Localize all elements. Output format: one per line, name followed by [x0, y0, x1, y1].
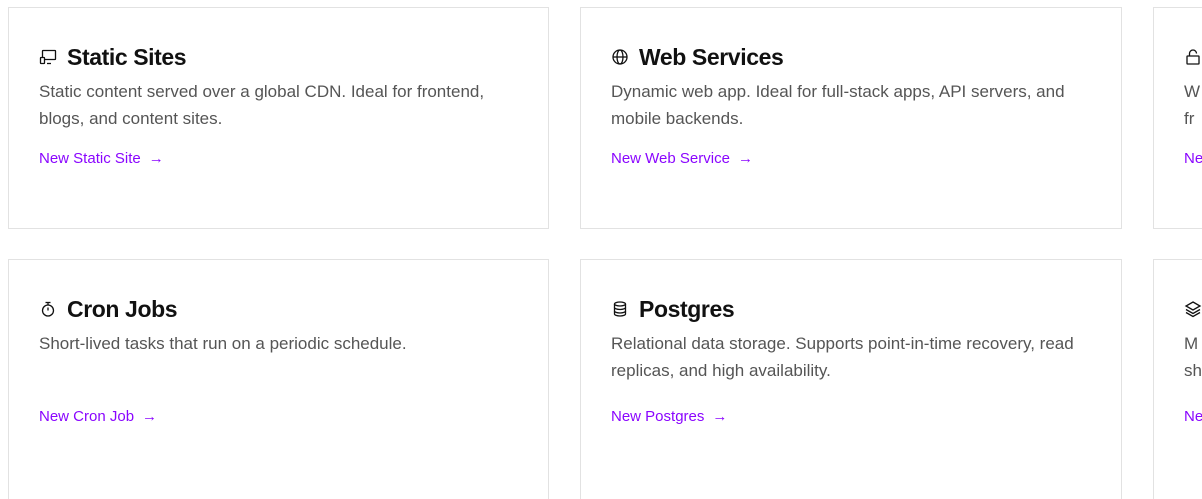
link-label: New Static Site: [39, 150, 141, 167]
database-icon: [611, 300, 629, 318]
card-web-services: Web Services Dynamic web app. Ideal for …: [580, 7, 1122, 229]
description-line: W: [1184, 82, 1201, 101]
layers-icon: [1184, 300, 1202, 318]
stopwatch-icon: [39, 300, 57, 318]
static-site-icon: [39, 48, 57, 66]
arrow-right-icon: →: [737, 150, 753, 167]
card-description: M sh: [1184, 330, 1202, 384]
link-label: Ne: [1184, 150, 1202, 167]
link-label: New Cron Job: [39, 408, 135, 425]
link-label: New Postgres: [611, 408, 705, 425]
card-static-sites: Static Sites Static content served over …: [8, 7, 549, 229]
card-partial-bottom-link[interactable]: Ne: [1184, 408, 1202, 425]
new-static-site-link[interactable]: New Static Site →: [39, 150, 164, 167]
arrow-right-icon: →: [712, 408, 728, 425]
lock-icon: [1184, 48, 1202, 66]
card-title: Web Services: [639, 43, 784, 70]
card-title-row: [1184, 42, 1202, 72]
description-line: M: [1184, 334, 1199, 353]
description-line: fr: [1184, 109, 1195, 128]
card-title: Cron Jobs: [67, 295, 178, 322]
card-title-row: Postgres: [611, 294, 1091, 324]
card-description: Static content served over a global CDN.…: [39, 82, 485, 128]
new-cron-job-link[interactable]: New Cron Job →: [39, 408, 157, 425]
card-description: W fr: [1184, 78, 1202, 132]
card-title-row: Cron Jobs: [39, 294, 518, 324]
card-cron-jobs: Cron Jobs Short-lived tasks that run on …: [8, 259, 549, 499]
card-title: Postgres: [639, 295, 735, 322]
arrow-right-icon: →: [142, 408, 158, 425]
new-postgres-link[interactable]: New Postgres →: [611, 408, 727, 425]
new-web-service-link[interactable]: New Web Service →: [611, 150, 753, 167]
card-postgres: Postgres Relational data storage. Suppor…: [580, 259, 1122, 499]
card-title: Static Sites: [67, 43, 187, 70]
card-partial-top: W fr Ne: [1153, 7, 1202, 229]
link-label: Ne: [1184, 408, 1202, 425]
card-partial-bottom: M sh Ne: [1153, 259, 1202, 499]
description-line: sh: [1184, 361, 1202, 380]
card-title-row: [1184, 294, 1202, 324]
link-label: New Web Service: [611, 150, 730, 167]
card-description: Short-lived tasks that run on a periodic…: [39, 334, 407, 353]
card-title-row: Static Sites: [39, 42, 518, 72]
globe-icon: [611, 48, 629, 66]
card-partial-top-link[interactable]: Ne: [1184, 150, 1202, 167]
card-description: Dynamic web app. Ideal for full-stack ap…: [611, 82, 1065, 128]
card-title-row: Web Services: [611, 42, 1091, 72]
arrow-right-icon: →: [148, 150, 164, 167]
card-description: Relational data storage. Supports point-…: [611, 334, 1074, 380]
